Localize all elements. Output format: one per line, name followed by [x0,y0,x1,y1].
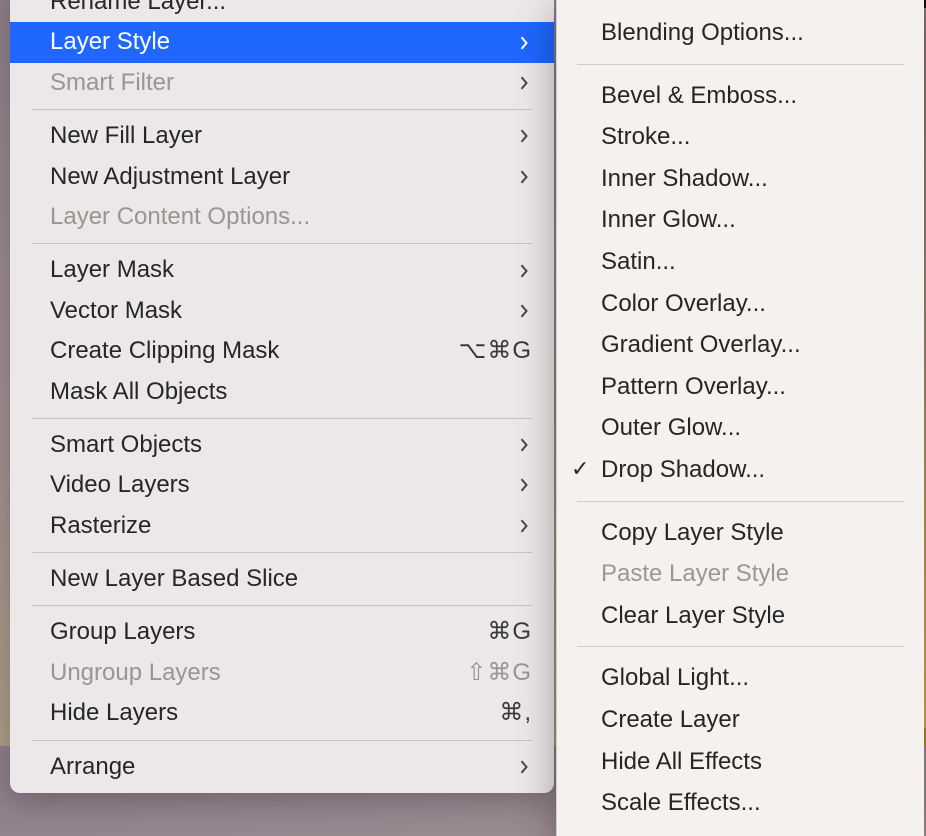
submenu-item-label: Satin... [601,245,676,279]
menu-item-new-fill-layer[interactable]: New Fill Layer [10,116,554,156]
menu-item-create-clipping-mask[interactable]: Create Clipping Mask ⌥⌘G [10,331,554,371]
menu-item-label: Smart Objects [50,429,516,461]
submenu-separator [577,64,904,65]
submenu-item-color-overlay[interactable]: Color Overlay... [557,283,924,325]
submenu-item-label: Paste Layer Style [601,557,789,591]
submenu-item-pattern-overlay[interactable]: Pattern Overlay... [557,366,924,408]
chevron-right-icon [516,31,532,55]
menu-separator [32,109,532,110]
menu-item-group-layers[interactable]: Group Layers ⌘G [10,612,554,652]
menu-separator [32,552,532,553]
submenu-item-label: Scale Effects... [601,786,761,820]
submenu-item-drop-shadow[interactable]: ✓ Drop Shadow... [557,449,924,491]
menu-item-shortcut: ⇧⌘G [442,657,532,689]
submenu-separator [577,501,904,502]
chevron-right-icon [516,71,532,95]
submenu-item-inner-shadow[interactable]: Inner Shadow... [557,158,924,200]
menu-item-label: New Adjustment Layer [50,161,516,193]
menu-item-label: Layer Mask [50,254,516,286]
submenu-item-label: Clear Layer Style [601,599,785,633]
layer-context-menu[interactable]: Rename Layer... Layer Style Smart Filter Ne… [10,0,554,793]
chevron-right-icon [516,165,532,189]
menu-item-label: Layer Content Options... [50,201,532,233]
submenu-item-label: Inner Shadow... [601,162,768,196]
submenu-item-hide-all-effects[interactable]: Hide All Effects [557,741,924,783]
menu-item-mask-all-objects[interactable]: Mask All Objects [10,372,554,412]
submenu-item-label: Hide All Effects [601,745,762,779]
submenu-item-satin[interactable]: Satin... [557,241,924,283]
menu-separator [32,605,532,606]
submenu-separator [577,646,904,647]
menu-item-smart-objects[interactable]: Smart Objects [10,425,554,465]
menu-item-label: Smart Filter [50,67,516,99]
submenu-item-gradient-overlay[interactable]: Gradient Overlay... [557,324,924,366]
submenu-item-label: Copy Layer Style [601,516,784,550]
submenu-item-label: Gradient Overlay... [601,328,801,362]
submenu-item-bevel-emboss[interactable]: Bevel & Emboss... [557,75,924,117]
submenu-item-outer-glow[interactable]: Outer Glow... [557,407,924,449]
menu-separator [32,418,532,419]
checkmark-icon: ✓ [571,454,589,485]
menu-separator [32,243,532,244]
submenu-item-label: Blending Options... [601,16,804,50]
submenu-item-label: Bevel & Emboss... [601,79,797,113]
chevron-right-icon [516,433,532,457]
submenu-item-label: Inner Glow... [601,203,736,237]
menu-separator [32,740,532,741]
menu-item-smart-filter: Smart Filter [10,63,554,103]
menu-item-label: Rename Layer... [50,0,532,18]
menu-item-label: Vector Mask [50,295,516,327]
submenu-item-label: Stroke... [601,120,690,154]
menu-item-layer-content-options: Layer Content Options... [10,197,554,237]
menu-item-label: Mask All Objects [50,376,532,408]
menu-item-label: Layer Style [50,26,516,58]
menu-item-rename-layer[interactable]: Rename Layer... [10,0,554,22]
submenu-item-label: Pattern Overlay... [601,370,786,404]
submenu-item-label: Outer Glow... [601,411,741,445]
submenu-item-label: Drop Shadow... [601,453,765,487]
menu-item-layer-style[interactable]: Layer Style [10,22,554,62]
menu-item-vector-mask[interactable]: Vector Mask [10,291,554,331]
menu-item-label: Ungroup Layers [50,657,422,689]
menu-item-hide-layers[interactable]: Hide Layers ⌘, [10,693,554,733]
menu-item-layer-mask[interactable]: Layer Mask [10,250,554,290]
menu-item-arrange[interactable]: Arrange [10,747,554,787]
menu-item-label: New Fill Layer [50,120,516,152]
submenu-item-global-light[interactable]: Global Light... [557,657,924,699]
chevron-right-icon [516,473,532,497]
chevron-right-icon [516,755,532,779]
submenu-item-label: Create Layer [601,703,740,737]
menu-item-label: Group Layers [50,616,422,648]
menu-item-new-layer-based-slice[interactable]: New Layer Based Slice [10,559,554,599]
menu-item-label: Arrange [50,751,516,783]
submenu-item-label: Color Overlay... [601,287,766,321]
menu-item-label: New Layer Based Slice [50,563,532,595]
menu-item-label: Create Clipping Mask [50,335,422,367]
submenu-item-clear-layer-style[interactable]: Clear Layer Style [557,595,924,637]
menu-item-ungroup-layers: Ungroup Layers ⇧⌘G [10,653,554,693]
menu-item-shortcut: ⌥⌘G [442,335,532,367]
menu-item-shortcut: ⌘G [442,616,532,648]
submenu-item-blending-options[interactable]: Blending Options... [557,12,924,54]
submenu-item-inner-glow[interactable]: Inner Glow... [557,199,924,241]
submenu-item-paste-layer-style: Paste Layer Style [557,553,924,595]
layer-style-submenu[interactable]: Blending Options... Bevel & Emboss... Stro… [556,0,924,836]
chevron-right-icon [516,259,532,283]
submenu-item-stroke[interactable]: Stroke... [557,116,924,158]
chevron-right-icon [516,124,532,148]
menu-item-rasterize[interactable]: Rasterize [10,506,554,546]
menu-item-video-layers[interactable]: Video Layers [10,465,554,505]
submenu-item-scale-effects[interactable]: Scale Effects... [557,782,924,824]
submenu-item-copy-layer-style[interactable]: Copy Layer Style [557,512,924,554]
chevron-right-icon [516,514,532,538]
menu-item-label: Rasterize [50,510,516,542]
menu-item-new-adjustment-layer[interactable]: New Adjustment Layer [10,157,554,197]
chevron-right-icon [516,299,532,323]
menu-item-shortcut: ⌘, [442,697,532,729]
submenu-item-create-layer[interactable]: Create Layer [557,699,924,741]
menu-item-label: Video Layers [50,469,516,501]
menu-item-label: Hide Layers [50,697,422,729]
submenu-item-label: Global Light... [601,661,749,695]
